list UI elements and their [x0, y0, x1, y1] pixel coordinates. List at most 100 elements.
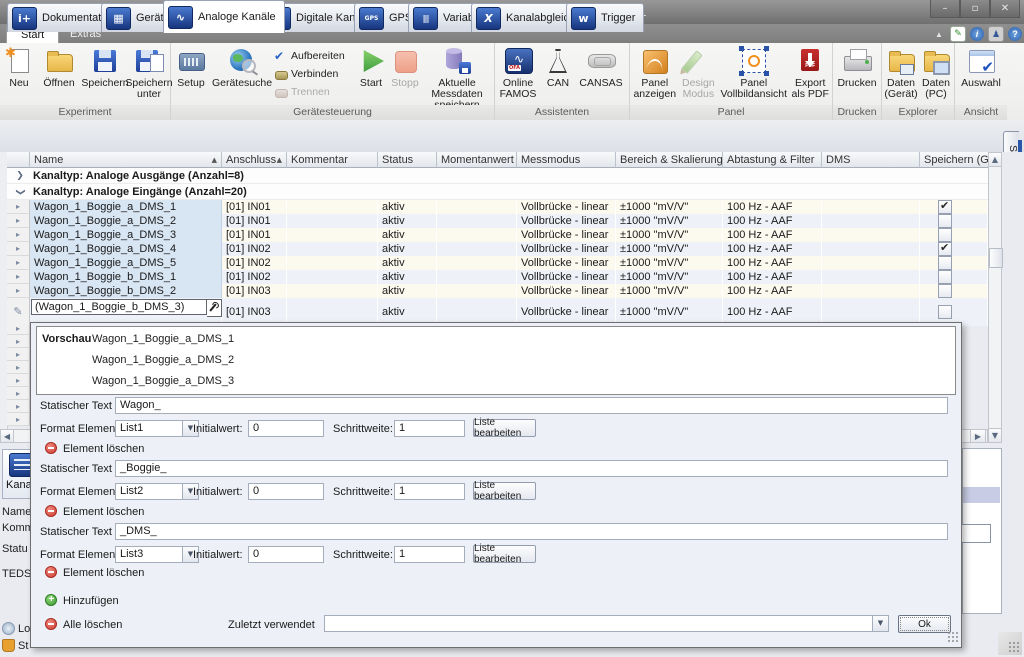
show-panel-button[interactable]: Panel anzeigen [631, 45, 679, 105]
row-selector[interactable]: ▸ [7, 284, 30, 298]
add-element-icon[interactable] [45, 594, 57, 606]
close-button[interactable]: ✕ [990, 0, 1020, 18]
vertical-scrollbar[interactable] [988, 152, 1002, 443]
row-selector[interactable]: ▸ [7, 387, 30, 400]
saved-checkbox[interactable] [938, 214, 952, 228]
column-header-abtastung[interactable]: Abtastung & Filter [723, 152, 822, 168]
scroll-right-icon[interactable]: ▶ [970, 429, 986, 443]
start-button[interactable]: Start [354, 45, 388, 105]
column-header-momentanwert[interactable]: Momentanwert [437, 152, 517, 168]
edit-list-button[interactable]: Liste bearbeiten [473, 482, 536, 500]
channel-name-input[interactable]: (Wagon_1_Boggie_b_DMS_3) [31, 299, 207, 315]
step-input[interactable]: 1 [394, 420, 465, 437]
ok-button[interactable]: Ok [898, 615, 951, 633]
save-button[interactable]: Speichern [81, 45, 129, 105]
edit-list-button[interactable]: Liste bearbeiten [473, 419, 536, 437]
static-text-input[interactable]: Wagon_ [115, 397, 948, 414]
saved-checkbox[interactable] [938, 284, 952, 298]
row-selector[interactable]: ▸ [7, 270, 30, 284]
table-row[interactable]: ▸ Wagon_1_Boggie_b_DMS_2 [01] IN03 aktiv… [7, 284, 988, 298]
row-selector[interactable]: ▸ [7, 400, 30, 413]
minimize-button[interactable]: – [930, 0, 960, 18]
static-text-input[interactable]: _DMS_ [115, 523, 948, 540]
delete-element-label[interactable]: Element löschen [63, 567, 144, 579]
data-pc-button[interactable]: Daten (PC) [919, 45, 953, 105]
table-row[interactable]: ▸ Wagon_1_Boggie_a_DMS_4 [01] IN02 aktiv… [7, 242, 988, 256]
edit-list-button[interactable]: Liste bearbeiten [473, 545, 536, 563]
step-input[interactable]: 1 [394, 483, 465, 500]
save-as-button[interactable]: Speichern unter [129, 45, 169, 105]
row-selector[interactable]: ▸ [7, 228, 30, 242]
group-row-analog-out[interactable]: ❯ Kanaltyp: Analoge Ausgänge (Anzahl=8) [7, 168, 988, 184]
window-resize-corner[interactable] [998, 632, 1022, 655]
panel-fullscreen-button[interactable]: Panel Vollbildansicht [718, 45, 789, 105]
name-wizard-button[interactable] [207, 299, 222, 317]
delete-element-icon[interactable] [45, 566, 57, 578]
can-button[interactable]: CAN [540, 45, 576, 105]
delete-element-icon[interactable] [45, 442, 57, 454]
left-panel-logbook-item[interactable]: Lo [2, 622, 32, 635]
left-panel-kanal-tile[interactable]: Kanal [2, 449, 31, 499]
dialog-resize-grip[interactable] [947, 631, 959, 643]
row-selector[interactable]: ▸ [7, 413, 30, 426]
column-header-anschluss[interactable]: Anschluss▲ [222, 152, 287, 168]
open-button[interactable]: Öffnen [37, 45, 81, 105]
format-element-dropdown[interactable]: List3 ▼ [115, 546, 199, 563]
export-pdf-button[interactable]: PDF Export als PDF [789, 45, 831, 105]
setup-button[interactable]: Setup [172, 45, 210, 105]
row-selector[interactable]: ▸ [7, 335, 30, 348]
format-element-dropdown[interactable]: List2 ▼ [115, 483, 199, 500]
scroll-left-icon[interactable]: ◀ [0, 429, 14, 443]
row-selector[interactable]: ▸ [7, 348, 30, 361]
selection-button[interactable]: ✔ Auswahl [956, 45, 1006, 105]
maximize-button[interactable]: ▫ [960, 0, 990, 18]
step-input[interactable]: 1 [394, 546, 465, 563]
tab-trigger[interactable]: w Trigger [566, 3, 644, 32]
delete-element-label[interactable]: Element löschen [63, 443, 144, 455]
connect-button[interactable]: Verbinden [274, 65, 354, 83]
initial-value-input[interactable]: 0 [248, 546, 324, 563]
saved-checkbox[interactable] [938, 242, 952, 256]
recently-used-dropdown[interactable]: ▼ [324, 615, 889, 632]
cansas-button[interactable]: CANSAS [576, 45, 626, 105]
row-selector[interactable]: ▸ [7, 374, 30, 387]
saved-checkbox[interactable] [938, 256, 952, 270]
table-row[interactable]: ▸ Wagon_1_Boggie_a_DMS_1 [01] IN01 aktiv… [7, 200, 988, 214]
user-icon[interactable]: ♟ [988, 26, 1004, 42]
new-button[interactable]: ✱ Neu [1, 45, 37, 105]
tab-analoge-kanaele[interactable]: ∿ Analoge Kanäle [163, 0, 285, 33]
column-header-kommentar[interactable]: Kommentar [287, 152, 378, 168]
online-famos-button[interactable]: ∿ Online FAMOS [496, 45, 540, 105]
chevron-down-icon[interactable]: ❯ [15, 179, 25, 205]
saved-checkbox[interactable] [938, 228, 952, 242]
delete-element-label[interactable]: Element löschen [63, 506, 144, 518]
add-element-label[interactable]: Hinzufügen [63, 595, 119, 607]
print-button[interactable]: Drucken [834, 45, 880, 105]
scroll-down-icon[interactable]: ▼ [988, 428, 1002, 443]
clear-all-icon[interactable] [45, 618, 57, 630]
table-row[interactable]: ▸ Wagon_1_Boggie_a_DMS_5 [01] IN02 aktiv… [7, 256, 988, 270]
info-icon[interactable]: i [970, 27, 984, 41]
scroll-up-icon[interactable]: ▲ [988, 152, 1002, 167]
column-header-name[interactable]: Name▲ [30, 152, 222, 168]
saved-checkbox[interactable] [938, 270, 952, 284]
column-header-speichern[interactable]: Speichern (Gerät) [920, 152, 988, 168]
initial-value-input[interactable]: 0 [248, 483, 324, 500]
delete-element-icon[interactable] [45, 505, 57, 517]
column-header-messmodus[interactable]: Messmodus [517, 152, 616, 168]
format-element-dropdown[interactable]: List1 ▼ [115, 420, 199, 437]
prepare-button[interactable]: ✔ Aufbereiten [274, 47, 354, 65]
static-text-input[interactable]: _Boggie_ [115, 460, 948, 477]
row-selector[interactable]: ▸ [7, 361, 30, 374]
group-row-analog-in[interactable]: ❯ Kanaltyp: Analoge Eingänge (Anzahl=20) [7, 184, 988, 200]
row-selector[interactable]: ▸ [7, 256, 30, 270]
device-search-button[interactable]: Gerätesuche [210, 45, 274, 105]
table-row[interactable]: ▸ Wagon_1_Boggie_a_DMS_3 [01] IN01 aktiv… [7, 228, 988, 242]
left-panel-status-item[interactable]: St [2, 639, 32, 652]
row-selector[interactable]: ▸ [7, 242, 30, 256]
vertical-scroll-thumb[interactable] [989, 248, 1003, 268]
column-header-status[interactable]: Status [378, 152, 437, 168]
row-selector[interactable]: ▸ [7, 322, 30, 335]
collapse-ribbon-icon[interactable]: ▲ [932, 27, 946, 41]
table-row[interactable]: ▸ Wagon_1_Boggie_b_DMS_1 [01] IN02 aktiv… [7, 270, 988, 284]
